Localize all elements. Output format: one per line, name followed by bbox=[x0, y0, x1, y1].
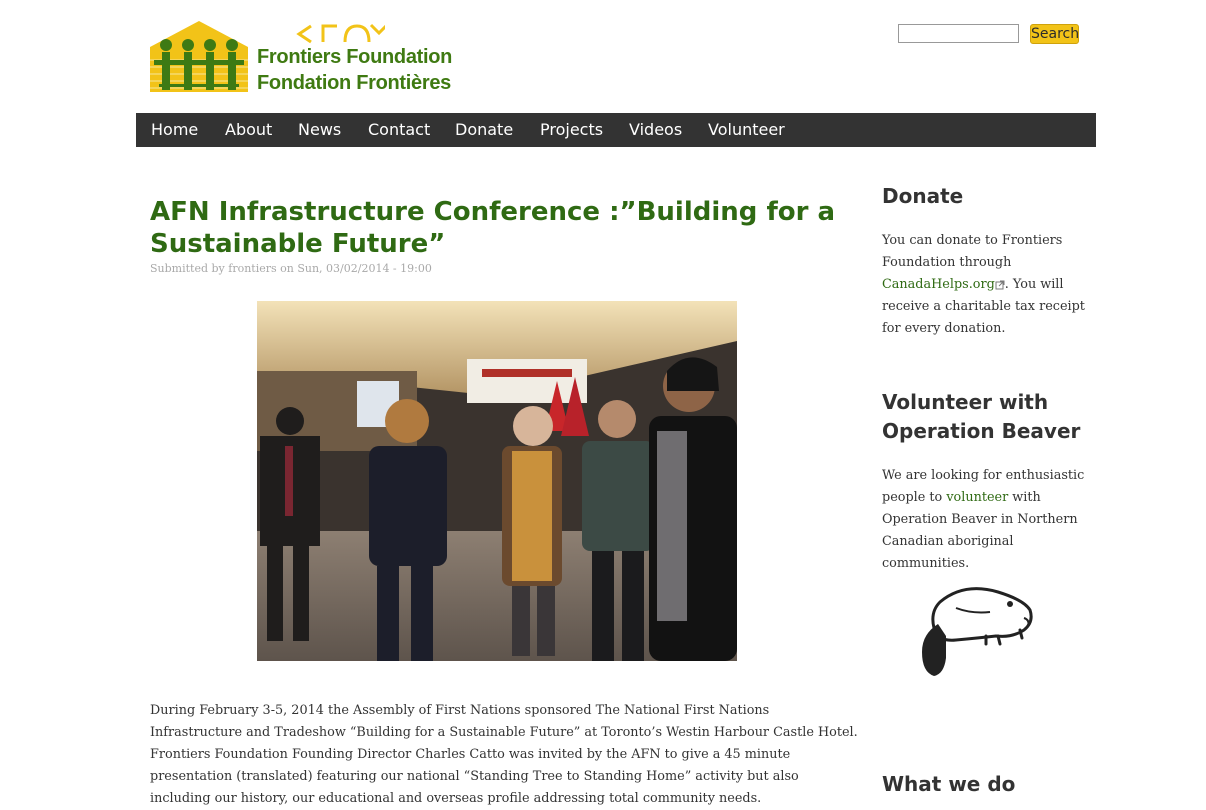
what-we-do-title: What we do bbox=[882, 772, 1016, 796]
donate-block-title: Donate bbox=[882, 184, 964, 208]
nav-item-volunteer[interactable]: Volunteer bbox=[708, 113, 785, 147]
conference-photo bbox=[257, 301, 737, 661]
conference-photo-image bbox=[257, 301, 737, 661]
canadahelps-link[interactable]: CanadaHelps.org bbox=[882, 277, 995, 292]
logo-house-icon bbox=[150, 21, 248, 92]
volunteer-block-text: We are looking for enthusiastic people t… bbox=[882, 465, 1087, 575]
external-link-icon bbox=[995, 280, 1005, 289]
nav-item-about[interactable]: About bbox=[225, 113, 272, 147]
nav-item-videos[interactable]: Videos bbox=[629, 113, 682, 147]
syllabics-mark bbox=[296, 23, 385, 44]
volunteer-block-title: Volunteer with Operation Beaver bbox=[882, 390, 1081, 443]
article-title[interactable]: AFN Infrastructure Conference :”Building… bbox=[150, 196, 850, 260]
main-navigation: Home About News Contact Donate Projects … bbox=[136, 113, 1096, 147]
donate-block-text: You can donate to Frontiers Foundation t… bbox=[882, 230, 1087, 340]
site-logo[interactable]: Frontiers Foundation Fondation Frontière… bbox=[150, 20, 452, 95]
nav-item-news[interactable]: News bbox=[298, 113, 341, 147]
logo-name-french: Fondation Frontières bbox=[257, 72, 452, 94]
nav-item-home[interactable]: Home bbox=[151, 113, 198, 147]
nav-item-contact[interactable]: Contact bbox=[368, 113, 430, 147]
nav-item-donate[interactable]: Donate bbox=[455, 113, 513, 147]
article-body: During February 3-5, 2014 the Assembly o… bbox=[150, 703, 858, 806]
logo-name-english: Frontiers Foundation bbox=[257, 46, 453, 68]
volunteer-link[interactable]: volunteer bbox=[946, 490, 1008, 505]
search-input[interactable] bbox=[898, 24, 1019, 43]
nav-item-projects[interactable]: Projects bbox=[540, 113, 603, 147]
search-button[interactable]: Search bbox=[1030, 24, 1079, 44]
donate-text-start: You can donate to Frontiers Foundation t… bbox=[882, 233, 1063, 270]
beaver-icon[interactable] bbox=[916, 578, 1038, 678]
submitted-info: Submitted by frontiers on Sun, 03/02/201… bbox=[150, 262, 432, 275]
